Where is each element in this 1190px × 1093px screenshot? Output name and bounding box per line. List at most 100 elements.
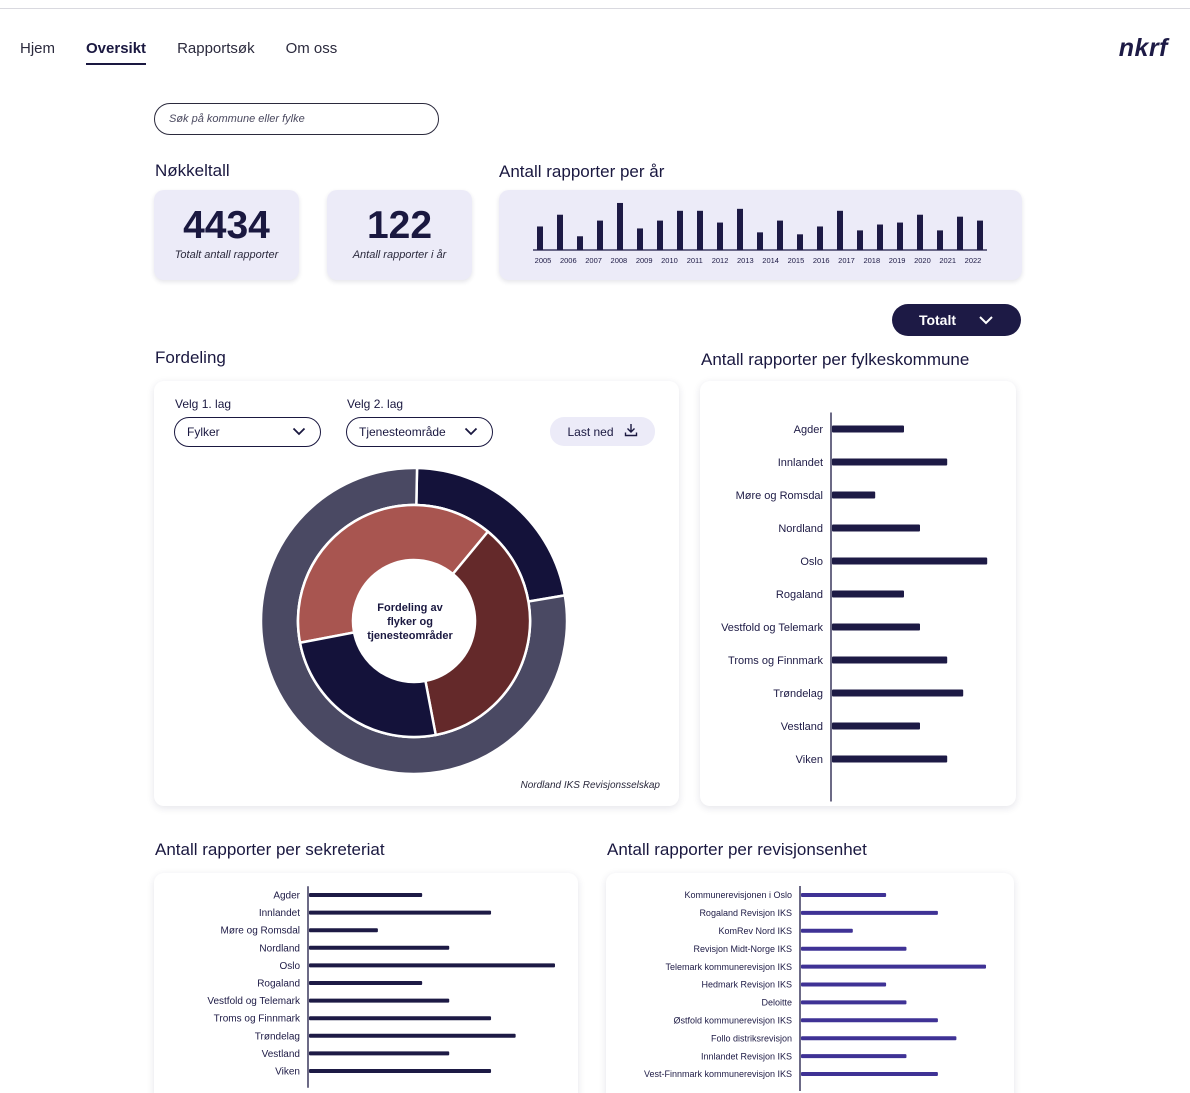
category-label: Vestfold og Telemark [207,996,301,1007]
logo[interactable]: nkrf [1119,34,1168,63]
category-label: Agder [273,891,300,902]
bar [309,981,423,985]
year-bar [797,234,803,250]
year-bar [697,210,703,250]
bar [801,1018,938,1023]
category-label: Viken [275,1067,300,1078]
bar [309,1069,492,1073]
chart-fylke-panel: Agder Innlandet Møre og Romsdal Nordland Osl… [700,381,1016,806]
bar [801,964,986,969]
category-label: Møre og Romsdal [736,490,823,502]
chart-revisjonsenhet: Kommunerevisjonen i Oslo Rogaland Revisjo… [644,886,986,1091]
year-tick-label: 2013 [737,256,754,265]
nav-rapportsok[interactable]: Rapportsøk [177,40,255,65]
bar [309,893,423,897]
year-bar [817,226,823,250]
main-nav: Hjem Oversikt Rapportsøk Om oss [20,40,368,65]
year-tick-label: 2011 [687,256,703,265]
year-bar [657,220,663,250]
year-bar [897,222,903,250]
bar [801,1036,957,1041]
bar [832,425,904,433]
layer1-dropdown[interactable]: Fylker [174,417,321,447]
kpi-total-value: 4434 [183,204,270,247]
category-label: Rogaland [257,979,300,990]
chart-sekreteriat-panel: Agder Innlandet Møre og Romsdal Nordland Osl… [154,873,578,1093]
category-label: Innlandet [778,457,823,469]
bar [832,524,920,532]
category-label: Møre og Romsdal [221,926,300,937]
bar [309,910,492,915]
year-bar [837,210,843,250]
category-label: Viken [796,754,823,766]
year-bar [717,222,723,250]
category-label: Troms og Finnmark [728,655,823,667]
year-tick-label: 2020 [914,256,931,265]
year-bar [877,224,883,250]
fordeling-title: Fordeling [155,348,226,367]
year-bar [957,216,963,250]
year-bar [757,232,763,250]
category-label: Østfold kommunerevisjon IKS [673,1015,792,1025]
nav-oversikt[interactable]: Oversikt [86,40,147,65]
bar [309,1033,516,1038]
layer2-dropdown[interactable]: Tjenesteområde [346,417,493,447]
category-label: Trøndelag [773,688,823,700]
bar [832,722,920,730]
donut-center-line1: Fordeling av [377,602,443,614]
bar [801,928,853,933]
kpi-year-card: 122 Antall rapporter i år [327,190,472,280]
category-label: Deloitte [761,998,792,1008]
bar [832,755,948,763]
category-label: Agder [794,424,824,436]
year-tick-label: 2015 [788,256,805,265]
chart-per-ar-title: Antall rapporter per år [499,162,665,181]
year-tick-label: 2017 [838,256,855,265]
category-label: Vestland [262,1049,300,1060]
year-bar [777,220,783,250]
category-label: KomRev Nord IKS [718,926,792,936]
bar [309,945,450,950]
year-tick-label: 2009 [636,256,653,265]
nav-hjem[interactable]: Hjem [20,40,55,65]
year-bar [637,228,643,250]
download-button[interactable]: Last ned [550,417,655,446]
category-label: Vest-Finnmark kommunerevisjon IKS [644,1069,792,1079]
bar [832,491,876,499]
category-label: Troms og Finnmark [214,1014,301,1025]
totalt-dropdown[interactable]: Totalt [892,304,1021,336]
category-label: Innlandet Revisjon IKS [701,1051,792,1061]
year-tick-label: 2006 [560,256,577,265]
bar [801,893,887,897]
chevron-down-icon [978,312,994,328]
year-bar [677,210,683,250]
bar [309,963,555,968]
year-tick-label: 2005 [535,256,552,265]
year-bar [617,202,623,250]
layer1-value: Fylker [187,425,220,439]
chevron-down-icon [292,425,306,439]
chevron-down-icon [464,425,478,439]
chart-fylke-title: Antall rapporter per fylkeskommune [701,350,970,369]
bar [801,946,907,951]
year-tick-label: 2021 [939,256,956,265]
year-bar [737,208,743,250]
kpi-year-label: Antall rapporter i år [352,249,447,261]
chart-revisjon-title: Antall rapporter per revisjonsenhet [607,840,867,859]
kpi-year-value: 122 [366,204,433,247]
bar [309,1051,450,1056]
category-label: Hedmark Revisjon IKS [701,980,792,990]
year-tick-label: 2007 [585,256,602,265]
category-label: Innlandet [259,908,300,919]
year-tick-label: 2016 [813,256,830,265]
category-label: Nordland [778,523,823,535]
year-tick-label: 2018 [863,256,880,265]
nav-om-oss[interactable]: Om oss [286,40,338,65]
bar [309,928,378,933]
kpi-total-card: 4434 Totalt antall rapporter [154,190,299,280]
year-bar [577,236,583,250]
layer2-value: Tjenesteområde [359,425,446,439]
search-input[interactable] [154,103,439,135]
year-bar [857,230,863,250]
donut-center-line2: flyker og [387,616,433,628]
